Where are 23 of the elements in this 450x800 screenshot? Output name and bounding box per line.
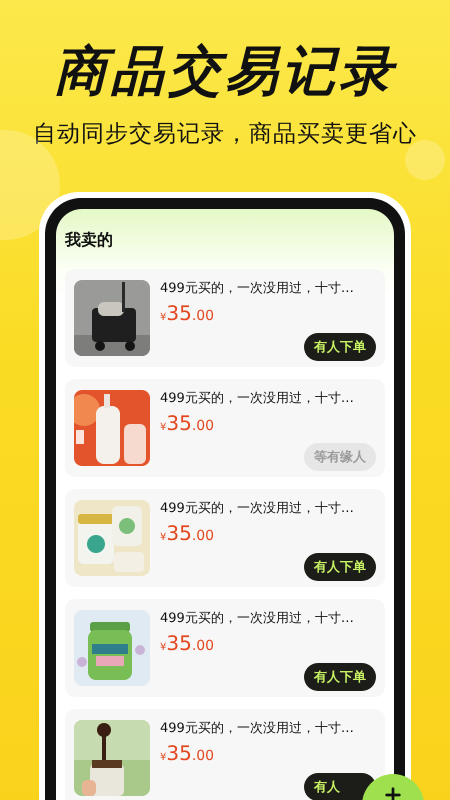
product-title: 499元买的，一次没用过，十寸…: [160, 390, 355, 408]
section-title: 我卖的: [65, 229, 114, 251]
product-title: 499元买的，一次没用过，十寸…: [160, 610, 355, 628]
order-status-button[interactable]: 有人下单: [304, 553, 376, 581]
price: ¥35.00: [160, 412, 214, 437]
plus-icon: [384, 786, 402, 800]
order-status-button[interactable]: 有人下单: [304, 333, 376, 361]
product-card[interactable]: 499元买的，一次没用过，十寸… ¥35.00 有人: [65, 709, 385, 800]
price: ¥35.00: [160, 522, 214, 547]
product-card[interactable]: 499元买的，一次没用过，十寸… ¥35.00 有人下单: [65, 269, 385, 367]
product-card[interactable]: 499元买的，一次没用过，十寸… ¥35.00 等有缘人: [65, 379, 385, 477]
product-title: 499元买的，一次没用过，十寸…: [160, 500, 355, 518]
price: ¥35.00: [160, 742, 214, 767]
price: ¥35.00: [160, 632, 214, 657]
subtitle: 自动同步交易记录，商品买卖更省心: [33, 120, 417, 149]
product-title: 499元买的，一次没用过，十寸…: [160, 280, 355, 298]
product-card[interactable]: 499元买的，一次没用过，十寸… ¥35.00 有人下单: [65, 489, 385, 587]
price: ¥35.00: [160, 302, 214, 327]
product-title: 499元买的，一次没用过，十寸…: [160, 720, 355, 738]
order-status-button[interactable]: 有人: [304, 773, 376, 800]
product-card[interactable]: 499元买的，一次没用过，十寸… ¥35.00 有人下单: [65, 599, 385, 697]
order-status-button[interactable]: 有人下单: [304, 663, 376, 691]
headline: 商品交易记录: [54, 40, 396, 104]
